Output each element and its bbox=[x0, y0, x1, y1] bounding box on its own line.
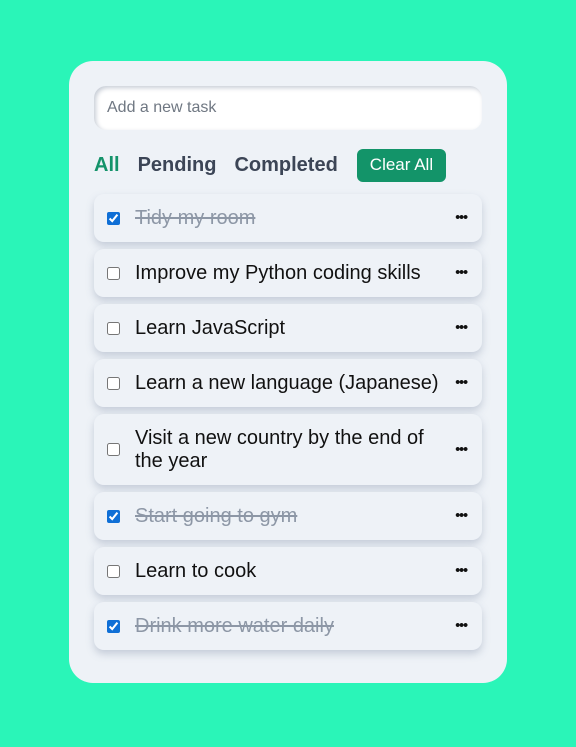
filter-completed[interactable]: Completed bbox=[234, 154, 337, 177]
more-options-icon[interactable]: ••• bbox=[455, 263, 468, 279]
more-options-icon[interactable]: ••• bbox=[455, 373, 468, 389]
clear-all-button[interactable]: Clear All bbox=[356, 148, 447, 182]
task-label: Visit a new country by the end of the ye… bbox=[135, 426, 424, 472]
task-item: Visit a new country by the end of the ye… bbox=[94, 414, 482, 485]
task-item: Drink more water daily ••• bbox=[94, 602, 482, 650]
filter-pending[interactable]: Pending bbox=[138, 154, 217, 177]
more-options-icon[interactable]: ••• bbox=[455, 440, 468, 456]
task-item: Start going to gym ••• bbox=[94, 492, 482, 540]
task-item: Learn JavaScript ••• bbox=[94, 304, 482, 352]
task-label: Tidy my room bbox=[135, 206, 256, 229]
task-label: Learn JavaScript bbox=[135, 316, 286, 339]
task-checkbox[interactable] bbox=[107, 509, 120, 523]
task-checkbox[interactable] bbox=[107, 211, 120, 225]
task-item: Improve my Python coding skills ••• bbox=[94, 249, 482, 297]
task-item: Learn to cook ••• bbox=[94, 547, 482, 595]
more-options-icon[interactable]: ••• bbox=[455, 506, 468, 522]
task-checkbox[interactable] bbox=[107, 321, 120, 335]
filter-all[interactable]: All bbox=[94, 154, 120, 177]
more-options-icon[interactable]: ••• bbox=[455, 208, 468, 224]
task-label: Drink more water daily bbox=[135, 614, 334, 637]
new-task-input[interactable] bbox=[94, 86, 482, 130]
task-label: Start going to gym bbox=[135, 504, 298, 527]
task-checkbox[interactable] bbox=[107, 376, 120, 390]
more-options-icon[interactable]: ••• bbox=[455, 616, 468, 632]
filter-bar: All Pending Completed Clear All bbox=[94, 148, 447, 182]
task-list: Tidy my room ••• Improve my Python codin… bbox=[94, 194, 482, 657]
task-item: Learn a new language (Japanese) ••• bbox=[94, 359, 482, 407]
task-checkbox[interactable] bbox=[107, 443, 120, 456]
task-checkbox[interactable] bbox=[107, 619, 120, 633]
more-options-icon[interactable]: ••• bbox=[455, 561, 468, 577]
task-checkbox[interactable] bbox=[107, 564, 120, 578]
todo-card: All Pending Completed Clear All Tidy my … bbox=[69, 61, 507, 683]
task-item: Tidy my room ••• bbox=[94, 194, 482, 242]
task-label: Improve my Python coding skills bbox=[135, 261, 421, 284]
more-options-icon[interactable]: ••• bbox=[455, 318, 468, 334]
task-label: Learn to cook bbox=[135, 559, 257, 582]
task-checkbox[interactable] bbox=[107, 266, 120, 280]
task-label: Learn a new language (Japanese) bbox=[135, 371, 439, 394]
